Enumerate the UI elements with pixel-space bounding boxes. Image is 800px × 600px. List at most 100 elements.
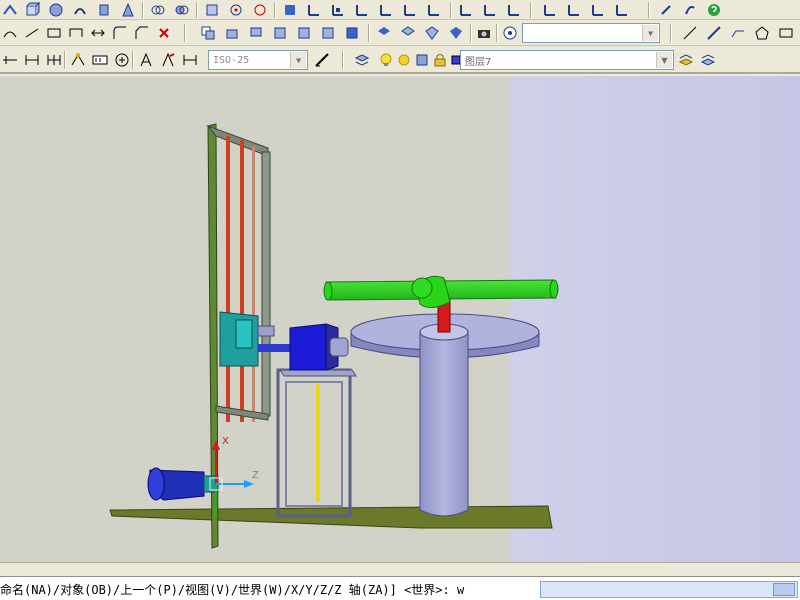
subtract-icon[interactable] xyxy=(172,0,192,20)
ucs-view-icon[interactable] xyxy=(424,0,444,20)
dimstyle-combo[interactable]: ISO-25 ▼ xyxy=(208,50,308,70)
orbit-icon[interactable] xyxy=(226,0,246,20)
rectangle-tool-icon[interactable] xyxy=(776,23,796,43)
base-motor-cap xyxy=(147,467,165,501)
dim-edit-icon[interactable] xyxy=(136,50,156,70)
ucs-previous-icon[interactable] xyxy=(352,0,372,20)
sphere-icon[interactable] xyxy=(46,0,66,20)
box-icon[interactable] xyxy=(22,0,42,20)
view-nw-iso-icon[interactable] xyxy=(446,23,466,43)
ucs-3point-icon[interactable] xyxy=(564,0,584,20)
ucs-y-icon[interactable] xyxy=(480,0,500,20)
dimstyle-value: ISO-25 xyxy=(213,54,250,66)
ucs-face-icon[interactable] xyxy=(376,0,396,20)
view-back-icon[interactable] xyxy=(342,23,362,43)
toolbar-row-3: ISO-25 ▼ 图层7 ▼ xyxy=(0,46,800,74)
motor-housing xyxy=(289,323,327,371)
view-front-icon[interactable] xyxy=(318,23,338,43)
free-orbit-icon[interactable] xyxy=(250,0,270,20)
mtext-icon[interactable] xyxy=(680,0,700,20)
construction-line-icon[interactable] xyxy=(704,23,724,43)
help-icon[interactable] xyxy=(704,0,724,20)
link-icon[interactable] xyxy=(656,0,676,20)
quick-dim-icon[interactable] xyxy=(68,50,88,70)
ucs-x-label: X xyxy=(222,436,229,447)
view-combo[interactable]: ▼ xyxy=(522,23,660,43)
view-left-icon[interactable] xyxy=(270,23,290,43)
ucs-apply-icon[interactable] xyxy=(588,0,608,20)
toolbar-row-1 xyxy=(0,0,800,20)
center-mark-icon[interactable] xyxy=(112,50,132,70)
crossarm-end-left xyxy=(323,281,333,301)
drawing-viewport[interactable]: X Z xyxy=(0,76,800,562)
dim-update-icon[interactable] xyxy=(180,50,200,70)
explode-icon[interactable] xyxy=(154,23,174,43)
revolve-icon[interactable] xyxy=(70,0,90,20)
slider-shaft xyxy=(257,325,275,337)
rail-left xyxy=(226,136,230,422)
ucs-zaxis-icon[interactable] xyxy=(540,0,560,20)
camera-icon[interactable] xyxy=(474,23,494,43)
shade-icon[interactable] xyxy=(280,0,300,20)
ucs-z-icon[interactable] xyxy=(504,0,524,20)
rectangle-icon[interactable] xyxy=(44,23,64,43)
dim-linear-icon[interactable] xyxy=(22,50,42,70)
union-icon[interactable] xyxy=(148,0,168,20)
polyline-icon[interactable] xyxy=(66,23,86,43)
crossarm-end-right xyxy=(549,279,559,299)
view-bottom-icon[interactable] xyxy=(246,23,266,43)
layer-combo[interactable]: 图层7 ▼ xyxy=(460,50,674,70)
make-layer-current-icon[interactable] xyxy=(676,50,696,70)
ucs-world-icon[interactable] xyxy=(328,0,348,20)
rail-right xyxy=(240,140,244,422)
view-isometric-icon[interactable] xyxy=(202,0,222,20)
line-icon[interactable] xyxy=(22,23,42,43)
layer-previous-icon[interactable] xyxy=(698,50,718,70)
named-ucs-icon[interactable] xyxy=(612,0,632,20)
dim-text-edit-icon[interactable] xyxy=(158,50,178,70)
arc-icon[interactable] xyxy=(0,23,20,43)
connecting-rod xyxy=(258,344,292,352)
target-icon[interactable] xyxy=(500,23,520,43)
chevron-down-icon[interactable]: ▼ xyxy=(290,52,306,68)
view-right-icon[interactable] xyxy=(294,23,314,43)
ucs-icon[interactable] xyxy=(304,0,324,20)
viewport-divider xyxy=(0,562,800,576)
layer-copy-icon[interactable] xyxy=(198,23,218,43)
chamfer-icon[interactable] xyxy=(132,23,152,43)
central-column xyxy=(419,331,469,517)
pan-icon[interactable] xyxy=(0,0,20,20)
command-scrollbar[interactable] xyxy=(540,581,798,598)
command-line[interactable]: 命名(NA)/对象(OB)/上一个(P)/视图(V)/世界(W)/X/Y/Z/Z… xyxy=(0,576,800,600)
mirror-icon[interactable] xyxy=(88,23,108,43)
slider-block xyxy=(235,319,253,349)
stand-top xyxy=(279,369,357,377)
tower-post-back xyxy=(261,151,271,417)
tolerance-icon[interactable] xyxy=(90,50,110,70)
view-top-icon[interactable] xyxy=(222,23,242,43)
toolbar-row-2: ▼ xyxy=(0,20,800,46)
chevron-down-icon[interactable]: ▼ xyxy=(656,52,672,68)
model-scene: X Z xyxy=(0,76,800,562)
polygon-icon[interactable] xyxy=(752,23,772,43)
sun-icon xyxy=(394,50,414,70)
view-se-iso-icon[interactable] xyxy=(398,23,418,43)
chevron-down-icon[interactable]: ▼ xyxy=(642,25,658,41)
ucs-x-icon[interactable] xyxy=(456,0,476,20)
dim-continue-icon[interactable] xyxy=(0,50,20,70)
line-tool-icon[interactable] xyxy=(680,23,700,43)
polyline-tool-icon[interactable] xyxy=(728,23,748,43)
layer-manager-icon[interactable] xyxy=(352,50,372,70)
crossarm-hub-cap xyxy=(411,277,433,299)
fillet-icon[interactable] xyxy=(110,23,130,43)
command-prompt-text: 命名(NA)/对象(OB)/上一个(P)/视图(V)/世界(W)/X/Y/Z/Z… xyxy=(0,583,465,597)
ucs-object-icon[interactable] xyxy=(400,0,420,20)
view-ne-iso-icon[interactable] xyxy=(422,23,442,43)
cylinder-icon[interactable] xyxy=(94,0,114,20)
cone-icon[interactable] xyxy=(118,0,138,20)
scrollbar-thumb[interactable] xyxy=(773,583,795,596)
dimstyle-manager-icon[interactable] xyxy=(312,50,332,70)
view-sw-iso-icon[interactable] xyxy=(374,23,394,43)
layer-freeze-icon xyxy=(412,50,432,70)
dim-baseline-icon[interactable] xyxy=(44,50,64,70)
